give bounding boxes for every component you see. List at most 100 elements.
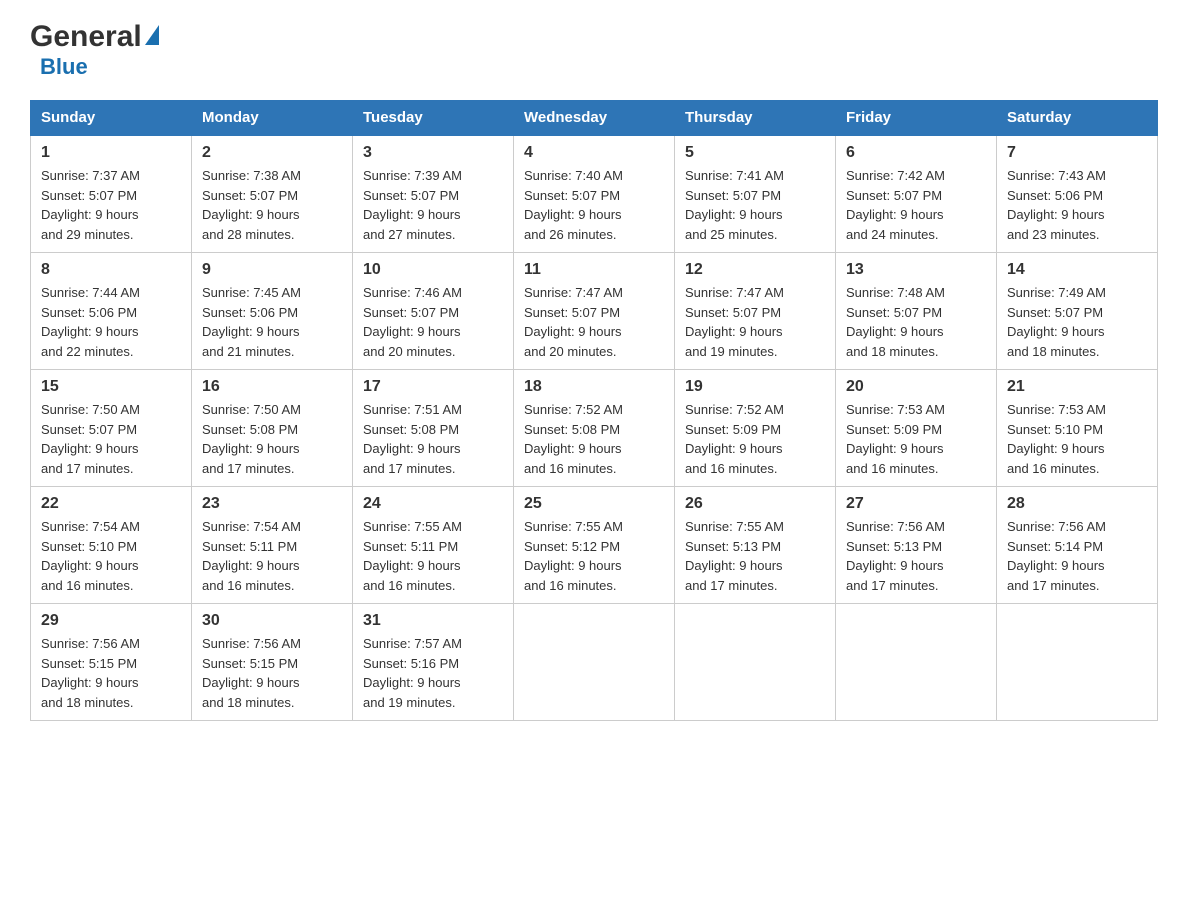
calendar-cell: 3 Sunrise: 7:39 AMSunset: 5:07 PMDaylight… (353, 135, 514, 253)
day-number: 13 (846, 261, 986, 279)
calendar-cell: 12Sunrise: 7:47 AMSunset: 5:07 PMDayligh… (675, 253, 836, 370)
calendar-cell: 23Sunrise: 7:54 AMSunset: 5:11 PMDayligh… (192, 487, 353, 604)
calendar-cell: 11Sunrise: 7:47 AMSunset: 5:07 PMDayligh… (514, 253, 675, 370)
calendar-cell: 18Sunrise: 7:52 AMSunset: 5:08 PMDayligh… (514, 370, 675, 487)
logo-blue: Blue (40, 54, 88, 80)
day-info: Sunrise: 7:39 AMSunset: 5:07 PMDaylight:… (363, 166, 503, 244)
day-number: 10 (363, 261, 503, 279)
day-number: 7 (1007, 144, 1147, 162)
day-info: Sunrise: 7:46 AMSunset: 5:07 PMDaylight:… (363, 283, 503, 361)
header-row: SundayMondayTuesdayWednesdayThursdayFrid… (31, 101, 1158, 136)
day-info: Sunrise: 7:55 AMSunset: 5:11 PMDaylight:… (363, 517, 503, 595)
day-number: 3 (363, 144, 503, 162)
calendar-cell: 30 Sunrise: 7:56 AMSunset: 5:15 PMDayligh… (192, 604, 353, 721)
logo-triangle-icon (145, 25, 159, 45)
logo-general: General (30, 20, 142, 54)
day-number: 27 (846, 495, 986, 513)
col-header-friday: Friday (836, 101, 997, 136)
day-info: Sunrise: 7:38 AMSunset: 5:07 PMDaylight:… (202, 166, 342, 244)
day-info: Sunrise: 7:44 AMSunset: 5:06 PMDaylight:… (41, 283, 181, 361)
day-info: Sunrise: 7:50 AMSunset: 5:07 PMDaylight:… (41, 400, 181, 478)
calendar-cell (997, 604, 1158, 721)
page-header: General Blue (30, 20, 1158, 80)
day-number: 15 (41, 378, 181, 396)
day-number: 24 (363, 495, 503, 513)
day-number: 20 (846, 378, 986, 396)
calendar-cell: 25 Sunrise: 7:55 AMSunset: 5:12 PMDayligh… (514, 487, 675, 604)
day-number: 22 (41, 495, 181, 513)
day-info: Sunrise: 7:50 AMSunset: 5:08 PMDaylight:… (202, 400, 342, 478)
col-header-saturday: Saturday (997, 101, 1158, 136)
calendar-table: SundayMondayTuesdayWednesdayThursdayFrid… (30, 100, 1158, 721)
calendar-cell (514, 604, 675, 721)
day-number: 16 (202, 378, 342, 396)
day-info: Sunrise: 7:56 AMSunset: 5:15 PMDaylight:… (41, 634, 181, 712)
calendar-cell: 29 Sunrise: 7:56 AMSunset: 5:15 PMDayligh… (31, 604, 192, 721)
calendar-cell: 9 Sunrise: 7:45 AMSunset: 5:06 PMDaylight… (192, 253, 353, 370)
day-number: 21 (1007, 378, 1147, 396)
day-info: Sunrise: 7:54 AMSunset: 5:10 PMDaylight:… (41, 517, 181, 595)
calendar-cell: 19Sunrise: 7:52 AMSunset: 5:09 PMDayligh… (675, 370, 836, 487)
day-number: 8 (41, 261, 181, 279)
day-number: 12 (685, 261, 825, 279)
calendar-cell (675, 604, 836, 721)
day-number: 26 (685, 495, 825, 513)
calendar-week-4: 22 Sunrise: 7:54 AMSunset: 5:10 PMDayligh… (31, 487, 1158, 604)
calendar-cell (836, 604, 997, 721)
day-number: 14 (1007, 261, 1147, 279)
day-number: 2 (202, 144, 342, 162)
col-header-wednesday: Wednesday (514, 101, 675, 136)
day-info: Sunrise: 7:51 AMSunset: 5:08 PMDaylight:… (363, 400, 503, 478)
day-number: 17 (363, 378, 503, 396)
col-header-thursday: Thursday (675, 101, 836, 136)
day-info: Sunrise: 7:40 AMSunset: 5:07 PMDaylight:… (524, 166, 664, 244)
calendar-cell: 21 Sunrise: 7:53 AMSunset: 5:10 PMDayligh… (997, 370, 1158, 487)
day-info: Sunrise: 7:56 AMSunset: 5:14 PMDaylight:… (1007, 517, 1147, 595)
calendar-cell: 4 Sunrise: 7:40 AMSunset: 5:07 PMDaylight… (514, 135, 675, 253)
calendar-week-2: 8 Sunrise: 7:44 AMSunset: 5:06 PMDaylight… (31, 253, 1158, 370)
calendar-cell: 14 Sunrise: 7:49 AMSunset: 5:07 PMDayligh… (997, 253, 1158, 370)
calendar-cell: 8 Sunrise: 7:44 AMSunset: 5:06 PMDaylight… (31, 253, 192, 370)
day-number: 6 (846, 144, 986, 162)
calendar-cell: 17 Sunrise: 7:51 AMSunset: 5:08 PMDayligh… (353, 370, 514, 487)
calendar-cell: 6 Sunrise: 7:42 AMSunset: 5:07 PMDaylight… (836, 135, 997, 253)
day-info: Sunrise: 7:43 AMSunset: 5:06 PMDaylight:… (1007, 166, 1147, 244)
calendar-cell: 27 Sunrise: 7:56 AMSunset: 5:13 PMDayligh… (836, 487, 997, 604)
calendar-cell: 16 Sunrise: 7:50 AMSunset: 5:08 PMDayligh… (192, 370, 353, 487)
col-header-tuesday: Tuesday (353, 101, 514, 136)
day-info: Sunrise: 7:53 AMSunset: 5:10 PMDaylight:… (1007, 400, 1147, 478)
day-info: Sunrise: 7:49 AMSunset: 5:07 PMDaylight:… (1007, 283, 1147, 361)
day-info: Sunrise: 7:42 AMSunset: 5:07 PMDaylight:… (846, 166, 986, 244)
day-number: 30 (202, 612, 342, 630)
calendar-cell: 24 Sunrise: 7:55 AMSunset: 5:11 PMDayligh… (353, 487, 514, 604)
calendar-cell: 26Sunrise: 7:55 AMSunset: 5:13 PMDayligh… (675, 487, 836, 604)
day-number: 18 (524, 378, 664, 396)
calendar-cell: 15 Sunrise: 7:50 AMSunset: 5:07 PMDayligh… (31, 370, 192, 487)
day-number: 4 (524, 144, 664, 162)
day-number: 29 (41, 612, 181, 630)
calendar-cell: 20 Sunrise: 7:53 AMSunset: 5:09 PMDayligh… (836, 370, 997, 487)
day-info: Sunrise: 7:54 AMSunset: 5:11 PMDaylight:… (202, 517, 342, 595)
day-info: Sunrise: 7:41 AMSunset: 5:07 PMDaylight:… (685, 166, 825, 244)
day-info: Sunrise: 7:53 AMSunset: 5:09 PMDaylight:… (846, 400, 986, 478)
day-info: Sunrise: 7:56 AMSunset: 5:13 PMDaylight:… (846, 517, 986, 595)
calendar-week-3: 15 Sunrise: 7:50 AMSunset: 5:07 PMDayligh… (31, 370, 1158, 487)
day-number: 9 (202, 261, 342, 279)
day-info: Sunrise: 7:55 AMSunset: 5:12 PMDaylight:… (524, 517, 664, 595)
calendar-cell: 13 Sunrise: 7:48 AMSunset: 5:07 PMDayligh… (836, 253, 997, 370)
day-number: 25 (524, 495, 664, 513)
day-info: Sunrise: 7:56 AMSunset: 5:15 PMDaylight:… (202, 634, 342, 712)
day-number: 19 (685, 378, 825, 396)
col-header-sunday: Sunday (31, 101, 192, 136)
calendar-week-1: 1Sunrise: 7:37 AMSunset: 5:07 PMDaylight… (31, 135, 1158, 253)
calendar-cell: 7 Sunrise: 7:43 AMSunset: 5:06 PMDaylight… (997, 135, 1158, 253)
day-info: Sunrise: 7:48 AMSunset: 5:07 PMDaylight:… (846, 283, 986, 361)
col-header-monday: Monday (192, 101, 353, 136)
calendar-cell: 1Sunrise: 7:37 AMSunset: 5:07 PMDaylight… (31, 135, 192, 253)
day-number: 5 (685, 144, 825, 162)
day-info: Sunrise: 7:37 AMSunset: 5:07 PMDaylight:… (41, 166, 181, 244)
day-number: 11 (524, 261, 664, 279)
logo: General Blue (30, 20, 159, 80)
calendar-cell: 31Sunrise: 7:57 AMSunset: 5:16 PMDayligh… (353, 604, 514, 721)
day-info: Sunrise: 7:45 AMSunset: 5:06 PMDaylight:… (202, 283, 342, 361)
